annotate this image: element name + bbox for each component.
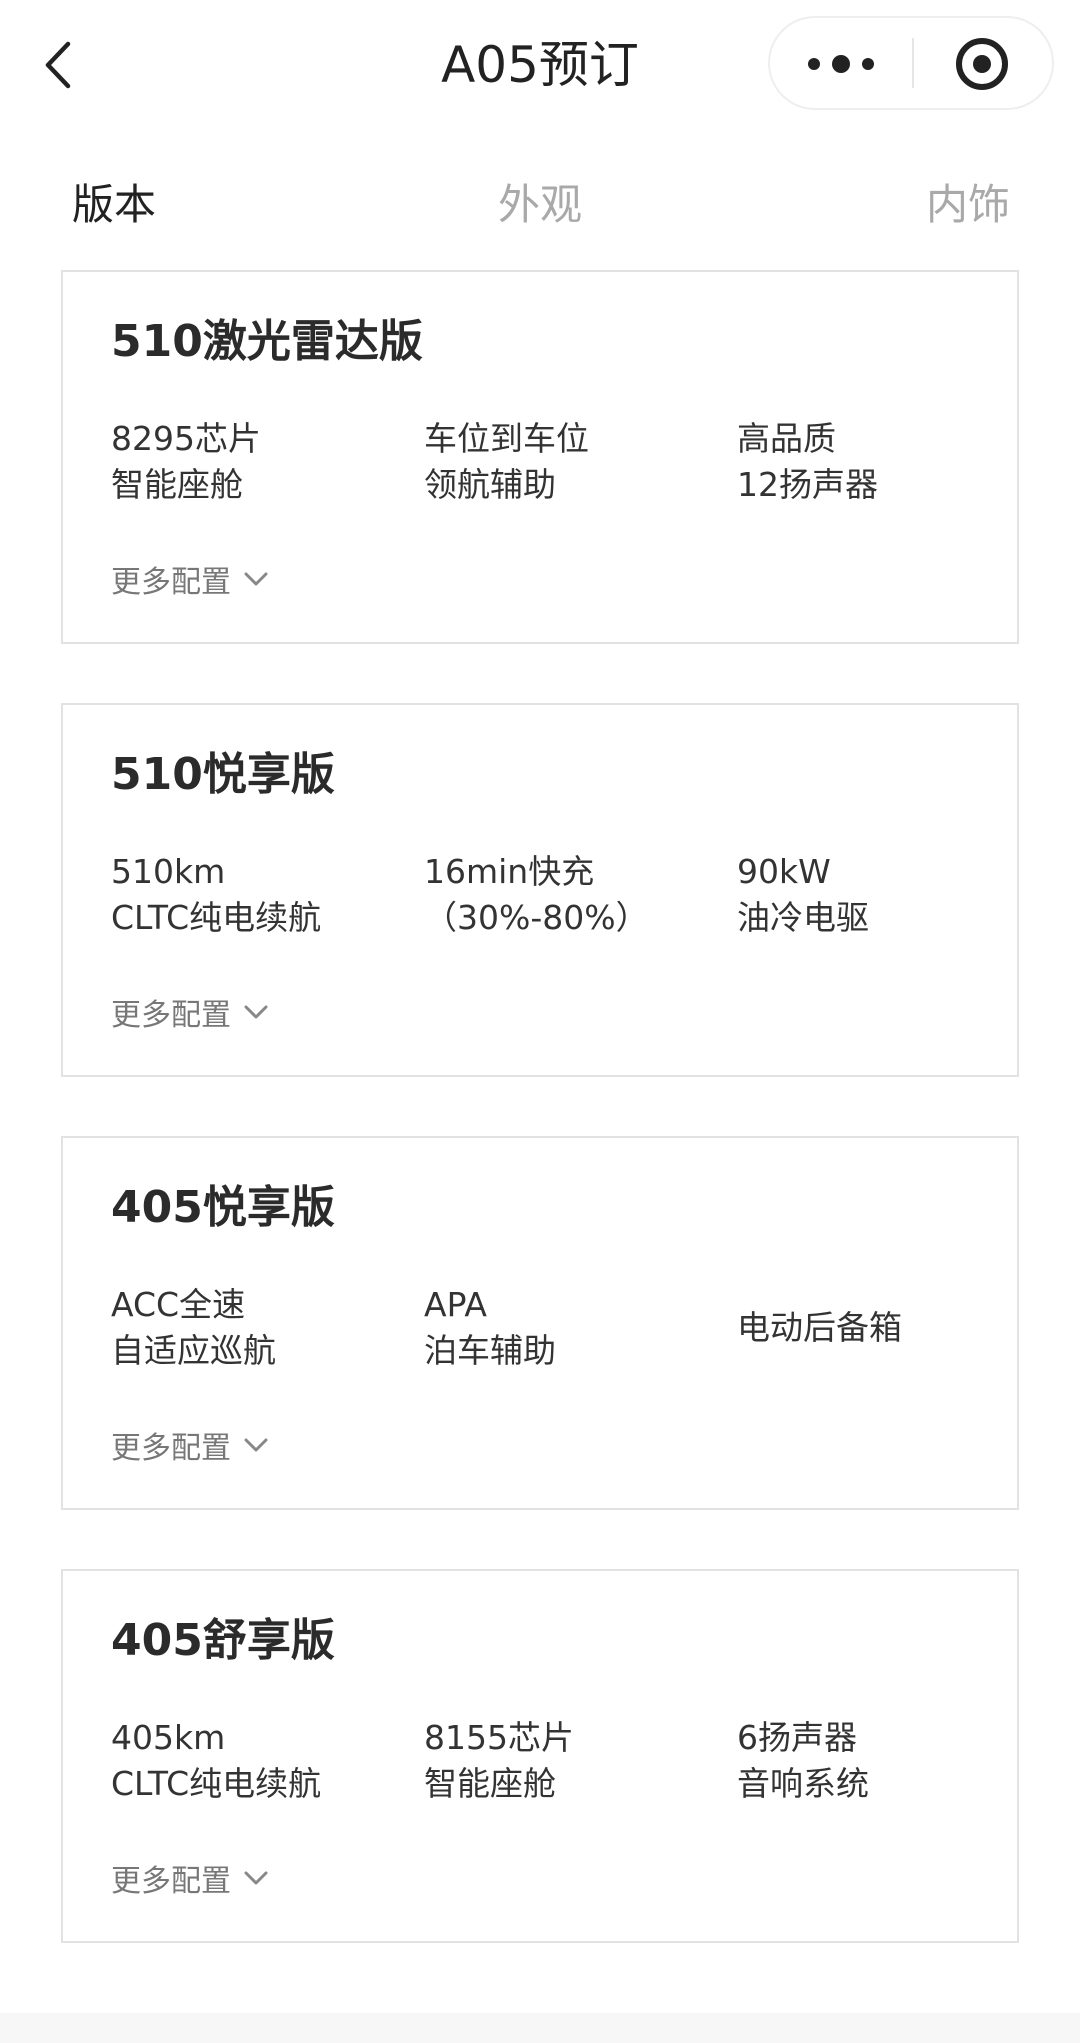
version-card-405-shuxiang[interactable]: 405舒享版 405km CLTC纯电续航 8155芯片 智能座舱 6扬声器 音… (61, 1569, 1019, 1943)
feature-item: 电动后备箱 (737, 1278, 1037, 1378)
feature-line: CLTC纯电续航 (111, 898, 322, 937)
mini-program-capsule (768, 16, 1054, 110)
feature-item: 405km CLTC纯电续航 (111, 1711, 411, 1811)
feature-item: 510km CLTC纯电续航 (111, 845, 411, 945)
feature-line: 405km (111, 1718, 226, 1757)
feature-line: 12扬声器 (737, 465, 878, 504)
chevron-down-icon (244, 1438, 268, 1452)
feature-item: 6扬声器 音响系统 (737, 1711, 1037, 1811)
feature-line: 音响系统 (737, 1764, 869, 1803)
feature-line: 510km (111, 852, 226, 891)
feature-item: APA 泊车辅助 (424, 1278, 724, 1378)
version-card-405-yuexiang[interactable]: 405悦享版 ACC全速 自适应巡航 APA 泊车辅助 电动后备箱 更多配置 (61, 1136, 1019, 1510)
tab-exterior[interactable]: 外观 (498, 170, 582, 240)
more-config-toggle[interactable]: 更多配置 (111, 1420, 269, 1470)
feature-line: 自适应巡航 (111, 1331, 276, 1370)
feature-item: 车位到车位 领航辅助 (424, 412, 724, 512)
tab-version[interactable]: 版本 (72, 170, 156, 240)
feature-line: 电动后备箱 (737, 1308, 902, 1347)
feature-line: 油冷电驱 (737, 898, 869, 937)
feature-line: 智能座舱 (111, 465, 243, 504)
tab-interior[interactable]: 内饰 (926, 170, 1010, 240)
feature-item: 90kW 油冷电驱 (737, 845, 1037, 945)
tab-bar: 版本 外观 内饰 (0, 170, 1080, 240)
card-title: 405悦享版 (111, 1182, 335, 1233)
feature-line: 6扬声器 (737, 1718, 857, 1757)
version-card-510-lidar[interactable]: 510激光雷达版 8295芯片 智能座舱 车位到车位 领航辅助 高品质 12扬声… (61, 270, 1019, 644)
bottom-bar (0, 2013, 1080, 2043)
feature-line: APA (424, 1285, 487, 1324)
chevron-down-icon (244, 1005, 268, 1019)
more-config-label: 更多配置 (111, 1431, 231, 1466)
feature-line: 高品质 (737, 419, 836, 458)
feature-item: 16min快充 （30%-80%） (424, 845, 724, 945)
feature-line: 车位到车位 (424, 419, 589, 458)
chevron-down-icon (244, 572, 268, 586)
feature-line: 16min快充 (424, 852, 595, 891)
feature-line: 泊车辅助 (424, 1331, 556, 1370)
card-title: 510悦享版 (111, 749, 335, 800)
more-config-label: 更多配置 (111, 565, 231, 600)
more-dots-icon (808, 55, 874, 73)
feature-line: 领航辅助 (424, 465, 556, 504)
feature-line: ACC全速 (111, 1285, 246, 1324)
more-button[interactable] (770, 18, 913, 108)
nav-bar: A05预订 (0, 0, 1080, 130)
feature-line: 8295芯片 (111, 419, 261, 458)
card-title: 510激光雷达版 (111, 316, 423, 367)
target-circle-icon (956, 38, 1008, 90)
feature-line: 90kW (737, 852, 831, 891)
chevron-down-icon (244, 1871, 268, 1885)
feature-item: ACC全速 自适应巡航 (111, 1278, 411, 1378)
card-title: 405舒享版 (111, 1615, 335, 1666)
more-config-label: 更多配置 (111, 998, 231, 1033)
more-config-toggle[interactable]: 更多配置 (111, 1853, 269, 1903)
feature-line: （30%-80%） (424, 898, 649, 937)
feature-line: 智能座舱 (424, 1764, 556, 1803)
feature-item: 8155芯片 智能座舱 (424, 1711, 724, 1811)
feature-item: 8295芯片 智能座舱 (111, 412, 411, 512)
version-card-510-yuexiang[interactable]: 510悦享版 510km CLTC纯电续航 16min快充 （30%-80%） … (61, 703, 1019, 1077)
feature-line: CLTC纯电续航 (111, 1764, 322, 1803)
more-config-toggle[interactable]: 更多配置 (111, 554, 269, 604)
more-config-toggle[interactable]: 更多配置 (111, 987, 269, 1037)
close-button[interactable] (914, 18, 1054, 108)
more-config-label: 更多配置 (111, 1864, 231, 1899)
feature-line: 8155芯片 (424, 1718, 574, 1757)
feature-item: 高品质 12扬声器 (737, 412, 1037, 512)
